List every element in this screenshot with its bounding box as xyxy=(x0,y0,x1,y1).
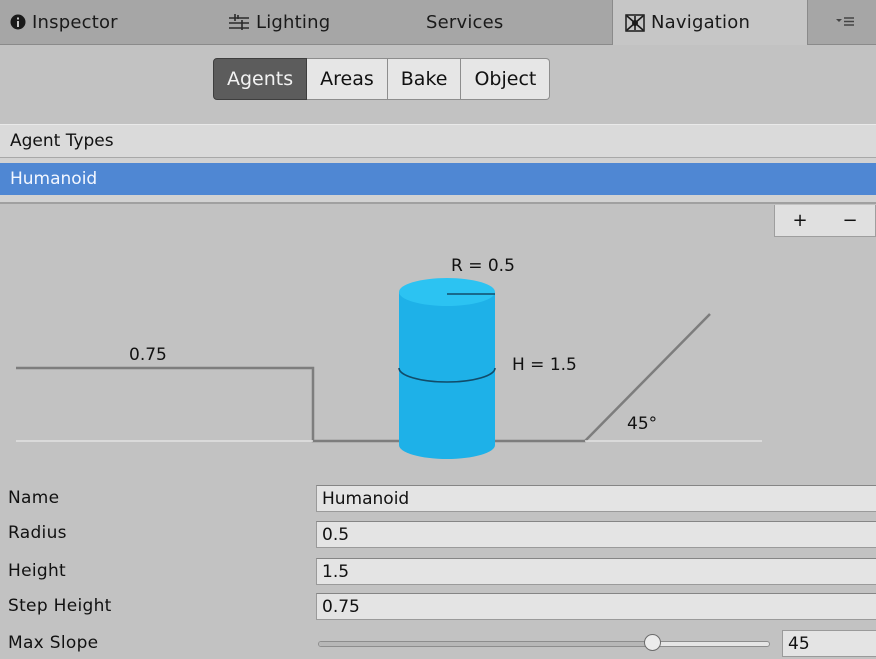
radius-label-field: Radius xyxy=(8,523,67,543)
editor-tab-bar: Inspector Lighting Services Navigation xyxy=(0,0,876,45)
agent-cylinder xyxy=(398,278,496,459)
info-icon xyxy=(10,14,26,30)
agent-diagram-graphic xyxy=(16,278,762,459)
height-label-field: Height xyxy=(8,561,66,581)
tab-label: Services xyxy=(426,11,504,33)
name-label: Name xyxy=(8,488,60,508)
tab-bake[interactable]: Bake xyxy=(387,58,462,100)
slope-label: 45° xyxy=(627,414,658,434)
window-menu-button[interactable] xyxy=(814,0,876,44)
tab-agents[interactable]: Agents xyxy=(213,58,308,100)
tab-lighting[interactable]: Lighting xyxy=(228,0,330,44)
max-slope-slider[interactable] xyxy=(318,641,770,647)
step-height-field[interactable]: 0.75 xyxy=(316,593,876,620)
tab-label: Lighting xyxy=(256,11,331,33)
list-item-humanoid[interactable]: Humanoid xyxy=(0,163,876,195)
navigation-mode-tabs: Agents Areas Bake Object xyxy=(213,58,551,102)
tab-inspector[interactable]: Inspector xyxy=(10,0,118,44)
navigation-icon xyxy=(625,13,645,32)
tab-object[interactable]: Object xyxy=(461,58,551,100)
step-profile xyxy=(16,313,711,443)
tab-label: Inspector xyxy=(32,11,118,33)
height-label: H = 1.5 xyxy=(512,355,577,375)
lighting-icon xyxy=(228,13,250,31)
slider-fill xyxy=(319,642,658,646)
agent-types-header: Agent Types xyxy=(0,124,876,158)
name-field[interactable]: Humanoid xyxy=(316,485,876,512)
agent-types-list: Humanoid xyxy=(0,158,876,204)
max-slope-label: Max Slope xyxy=(8,633,99,653)
tab-areas[interactable]: Areas xyxy=(307,58,388,100)
height-field[interactable]: 1.5 xyxy=(316,558,876,585)
slider-thumb[interactable] xyxy=(644,634,662,651)
radius-label: R = 0.5 xyxy=(451,256,515,276)
agent-diagram: 0.75 R = 0.5 H = 1.5 45° xyxy=(0,208,876,474)
radius-field[interactable]: 0.5 xyxy=(316,521,876,548)
max-slope-field[interactable]: 45 xyxy=(782,630,876,657)
tab-navigation[interactable]: Navigation xyxy=(612,0,808,45)
step-height-label: 0.75 xyxy=(129,345,167,365)
step-height-label-field: Step Height xyxy=(8,596,112,616)
dropdown-menu-icon xyxy=(835,12,855,32)
tab-label: Navigation xyxy=(651,12,751,33)
tab-services[interactable]: Services xyxy=(426,0,504,44)
